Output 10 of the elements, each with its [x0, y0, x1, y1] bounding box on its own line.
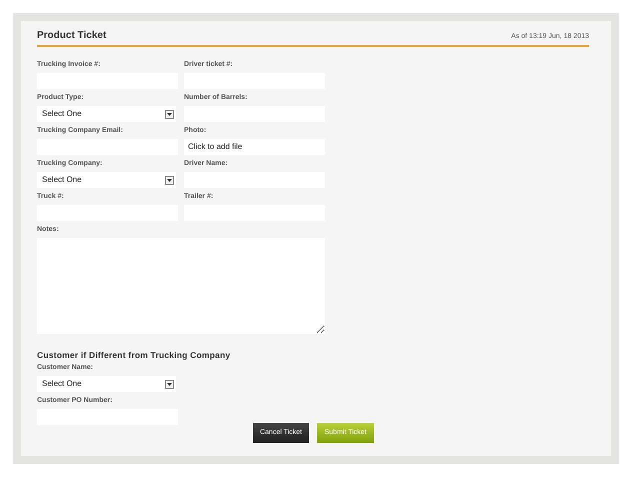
select-dropdown[interactable]: Select One	[37, 172, 176, 188]
file-upload-field[interactable]: Click to add file	[184, 139, 325, 155]
dropdown-arrow-icon	[165, 176, 174, 184]
select-dropdown[interactable]: Select One	[37, 106, 176, 122]
form-title: Product Ticket	[37, 29, 106, 43]
notes-textarea[interactable]	[37, 238, 325, 334]
dropdown-arrow-icon	[165, 380, 174, 388]
section-heading: Customer if Different from Trucking Company	[37, 350, 232, 360]
dropdown-arrow-icon	[165, 110, 174, 118]
select-dropdown[interactable]: Select One	[37, 376, 176, 392]
